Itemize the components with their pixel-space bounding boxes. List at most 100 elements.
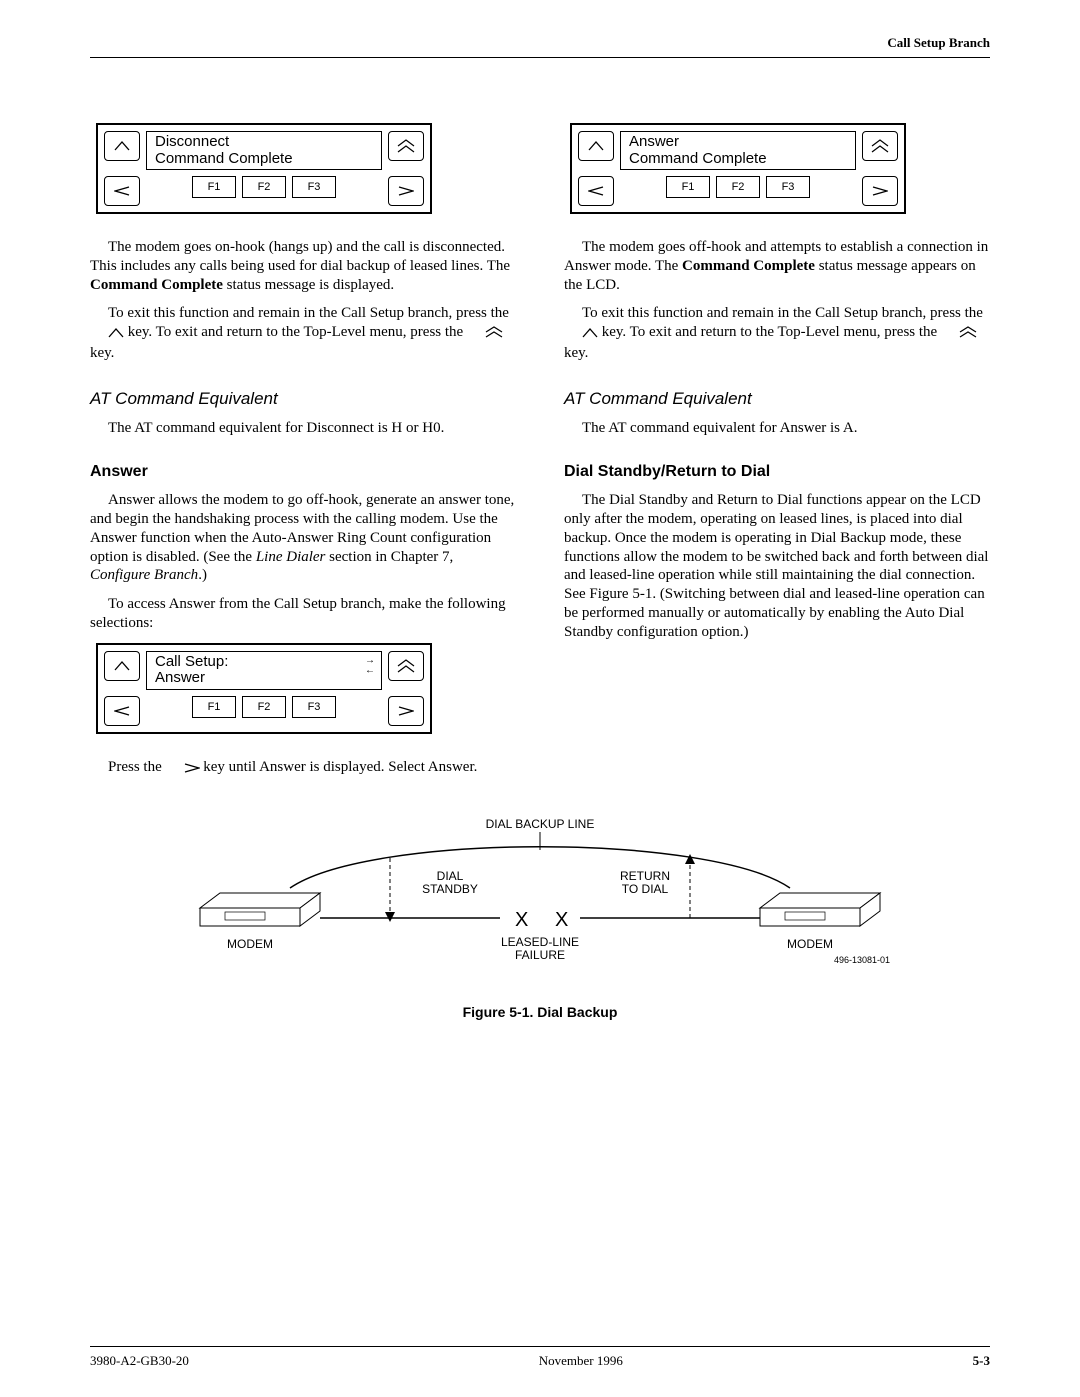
triangle-right-icon (166, 760, 200, 779)
page-header: Call Setup Branch (90, 35, 990, 58)
up-button[interactable] (578, 131, 614, 161)
modem-right-icon (760, 893, 880, 926)
label-return-to-dial: RETURNTO DIAL (620, 869, 670, 896)
lcd-panel-callsetup: Call Setup: Answer →← (96, 643, 432, 734)
text-run: key until Answer is displayed. Select An… (203, 759, 477, 775)
subheading-answer: Answer (90, 463, 516, 481)
lcd-line2: Command Complete (629, 151, 847, 168)
lcd-line2: Answer (155, 670, 373, 687)
arrow-down-icon (385, 912, 395, 922)
text-run: Press the (108, 759, 166, 775)
lcd-display: Call Setup: Answer →← (146, 651, 382, 690)
right-button[interactable] (388, 696, 424, 726)
text-italic: Configure Branch (90, 567, 198, 583)
f1-button[interactable]: F1 (192, 176, 236, 198)
double-triangle-up-icon (871, 139, 889, 153)
home-button[interactable] (388, 131, 424, 161)
f3-button[interactable]: F3 (766, 176, 810, 198)
triangle-left-icon (588, 186, 604, 196)
text-run: The modem goes on-hook (hangs up) and th… (90, 239, 510, 274)
f1-button[interactable]: F1 (666, 176, 710, 198)
lcd-line1: Disconnect (155, 134, 373, 151)
arrow-up-icon (685, 854, 695, 864)
right-button[interactable] (862, 176, 898, 206)
subheading-at-equiv: AT Command Equivalent (564, 389, 990, 409)
body-text: To access Answer from the Call Setup bra… (90, 595, 516, 633)
triangle-left-icon (114, 186, 130, 196)
triangle-left-icon (114, 706, 130, 716)
drawing-number: 496-13081-01 (834, 955, 890, 965)
triangle-up-icon (90, 325, 124, 344)
left-button[interactable] (104, 176, 140, 206)
lcd-panel-disconnect: Disconnect Command Complete (96, 123, 432, 214)
label-modem: MODEM (227, 937, 273, 951)
double-triangle-up-icon (467, 325, 503, 344)
body-text: To exit this function and remain in the … (564, 304, 990, 362)
triangle-right-icon (398, 706, 414, 716)
body-text: The modem goes on-hook (hangs up) and th… (90, 238, 516, 294)
left-button[interactable] (104, 696, 140, 726)
label-modem: MODEM (787, 937, 833, 951)
failure-x-icon: X (555, 909, 568, 931)
text-run: status message is displayed. (223, 277, 394, 293)
figure-caption: Figure 5-1. Dial Backup (90, 1004, 990, 1020)
right-column: Answer Command Complete (564, 123, 990, 788)
body-text: The AT command equivalent for Disconnect… (90, 419, 516, 438)
modem-left-icon (200, 893, 320, 926)
body-text: Answer allows the modem to go off-hook, … (90, 491, 516, 585)
body-text: Press the key until Answer is displayed.… (90, 758, 516, 779)
lcd-line1: Answer (629, 134, 847, 151)
text-run: .) (198, 567, 207, 583)
text-bold: Command Complete (90, 277, 223, 293)
dial-backup-diagram: DIAL BACKUP LINE X X (170, 818, 910, 988)
text-run: key. To exit and return to the Top-Level… (602, 324, 941, 340)
f2-button[interactable]: F2 (716, 176, 760, 198)
text-run: section in Chapter 7, (325, 549, 453, 565)
text-run: key. To exit and return to the Top-Level… (128, 324, 467, 340)
triangle-up-icon (564, 325, 598, 344)
f3-button[interactable]: F3 (292, 696, 336, 718)
subheading-dial-standby: Dial Standby/Return to Dial (564, 463, 990, 481)
lcd-line2: Command Complete (155, 151, 373, 168)
up-button[interactable] (104, 131, 140, 161)
home-button[interactable] (388, 651, 424, 681)
scroll-indicator-icon: →← (365, 656, 375, 676)
footer-doc-id: 3980-A2-GB30-20 (90, 1353, 189, 1369)
f1-button[interactable]: F1 (192, 696, 236, 718)
f2-button[interactable]: F2 (242, 696, 286, 718)
body-text: The AT command equivalent for Answer is … (564, 419, 990, 438)
footer-date: November 1996 (539, 1353, 623, 1369)
label-dial-standby: DIALSTANDBY (422, 869, 478, 896)
double-triangle-up-icon (397, 659, 415, 673)
triangle-right-icon (872, 186, 888, 196)
failure-x-icon: X (515, 909, 528, 931)
figure-5-1: DIAL BACKUP LINE X X (90, 818, 990, 1020)
text-run: To exit this function and remain in the … (582, 305, 983, 321)
f2-button[interactable]: F2 (242, 176, 286, 198)
page-footer: 3980-A2-GB30-20 November 1996 5-3 (90, 1346, 990, 1369)
double-triangle-up-icon (397, 139, 415, 153)
body-text: To exit this function and remain in the … (90, 304, 516, 362)
footer-page-number: 5-3 (973, 1353, 990, 1369)
left-column: Disconnect Command Complete (90, 123, 516, 788)
text-bold: Command Complete (682, 258, 815, 274)
triangle-up-icon (114, 661, 130, 671)
f3-button[interactable]: F3 (292, 176, 336, 198)
right-button[interactable] (388, 176, 424, 206)
triangle-up-icon (114, 141, 130, 151)
two-column-layout: Disconnect Command Complete (90, 123, 990, 788)
text-run: key. (564, 345, 588, 361)
lcd-display: Answer Command Complete (620, 131, 856, 170)
up-button[interactable] (104, 651, 140, 681)
text-italic: Line Dialer (256, 549, 326, 565)
lcd-line1: Call Setup: (155, 654, 373, 671)
double-triangle-up-icon (941, 325, 977, 344)
body-text: The modem goes off-hook and attempts to … (564, 238, 990, 294)
label-leased-line-failure: LEASED-LINEFAILURE (501, 935, 579, 962)
left-button[interactable] (578, 176, 614, 206)
lcd-panel-answer: Answer Command Complete (570, 123, 906, 214)
home-button[interactable] (862, 131, 898, 161)
text-run: key. (90, 345, 114, 361)
text-run: To exit this function and remain in the … (108, 305, 509, 321)
lcd-display: Disconnect Command Complete (146, 131, 382, 170)
